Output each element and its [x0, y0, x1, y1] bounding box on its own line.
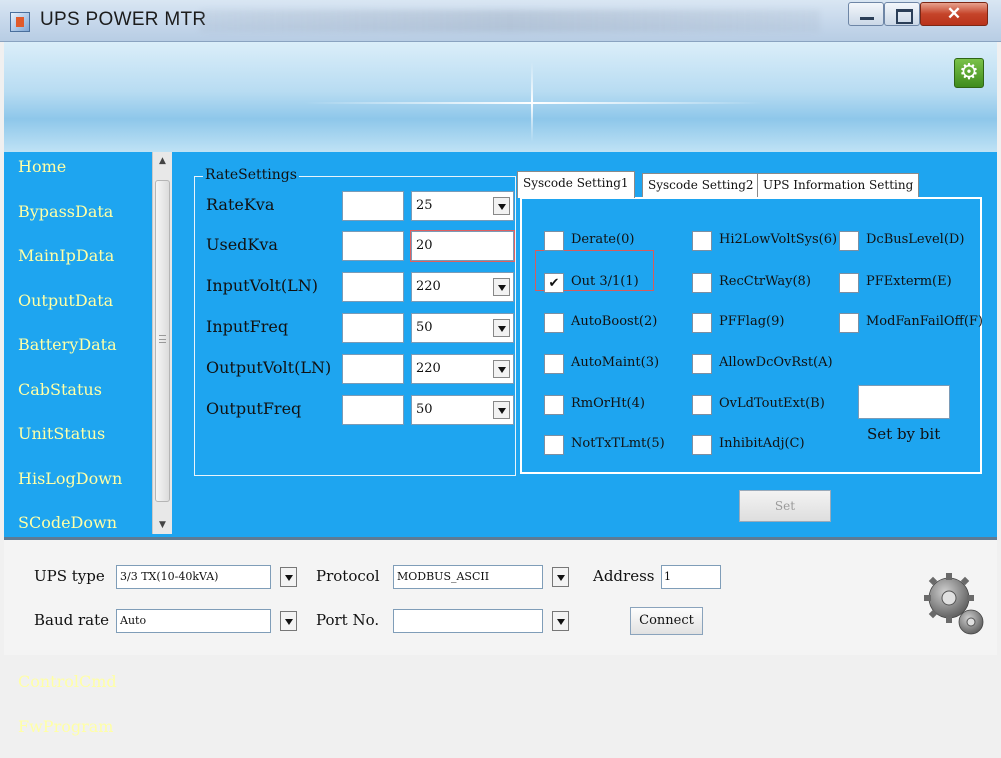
close-icon: ✕: [946, 4, 962, 23]
port-label: Port No.: [316, 611, 380, 629]
title-bar: UPS POWER MTR ✕: [0, 0, 1001, 42]
banner-glow: [304, 102, 764, 104]
address-input[interactable]: 1: [661, 565, 721, 589]
chevron-down-icon[interactable]: [552, 611, 569, 631]
checkbox-label: OvLdToutExt(B): [719, 396, 825, 411]
connect-button[interactable]: Connect: [630, 607, 703, 635]
close-button[interactable]: ✕: [920, 2, 988, 26]
tab-syscode-setting2[interactable]: Syscode Setting2: [642, 173, 760, 197]
checkbox-box[interactable]: ✔: [544, 273, 564, 293]
checkbox-label: DcBusLevel(D): [866, 232, 965, 247]
checkbox-box[interactable]: [692, 313, 712, 333]
protocol-label: Protocol: [316, 567, 380, 585]
checkbox-label: AllowDcOvRst(A): [719, 355, 833, 370]
checkbox-label: PFExterm(E): [866, 274, 952, 289]
checkbox-label: InhibitAdj(C): [719, 436, 805, 451]
tab-ups-information-setting[interactable]: UPS Information Setting: [757, 173, 920, 197]
checkbox-label: AutoBoost(2): [571, 314, 658, 329]
sidebar-item-fwprogram[interactable]: FwProgram: [18, 714, 148, 740]
chevron-down-icon[interactable]: [552, 567, 569, 587]
checkbox-label: ModFanFailOff(F): [866, 314, 983, 329]
blurred-taskbar-strip: [200, 10, 820, 32]
checkbox-label: Derate(0): [571, 232, 635, 247]
gears-icon: [924, 573, 984, 635]
minimize-button[interactable]: [848, 2, 884, 26]
app-icon: [10, 12, 30, 32]
checkbox-box[interactable]: [544, 435, 564, 455]
baud-rate-select[interactable]: Auto: [116, 609, 297, 633]
port-select[interactable]: [393, 609, 569, 633]
protocol-value: MODBUS_ASCII: [397, 570, 490, 583]
checkbox-box[interactable]: [839, 231, 859, 251]
syscode-tabs-layer: Set by bit Derate(0) ✔ Out 3/1(1) AutoBoost…: [4, 152, 997, 537]
settings-gear-icon[interactable]: ⚙: [954, 58, 984, 88]
set-by-bit-input[interactable]: [858, 385, 950, 419]
connection-panel: UPS type 3/3 TX(10-40kVA) Protocol MODBU…: [4, 537, 997, 655]
address-label: Address: [593, 567, 655, 585]
tab-syscode-setting1[interactable]: Syscode Setting1: [517, 171, 635, 198]
set-button[interactable]: Set: [739, 490, 831, 522]
sidebar-item-controlcmd[interactable]: ControlCmd: [18, 669, 148, 695]
protocol-select[interactable]: MODBUS_ASCII: [393, 565, 569, 589]
set-by-bit-label: Set by bit: [867, 425, 941, 443]
syscode-setting1-panel: Set by bit Derate(0) ✔ Out 3/1(1) AutoBoost…: [520, 197, 983, 474]
checkbox-label: Hi2LowVoltSys(6): [719, 232, 838, 247]
checkbox-box[interactable]: [692, 354, 712, 374]
maximize-button[interactable]: [884, 2, 920, 26]
checkbox-box[interactable]: [544, 395, 564, 415]
checkbox-label: PFFlag(9): [719, 314, 785, 329]
banner-glow-vertical: [531, 62, 533, 142]
ups-type-label: UPS type: [34, 567, 105, 585]
chevron-down-icon[interactable]: [280, 611, 297, 631]
checkbox-label: AutoMaint(3): [571, 355, 660, 370]
checkbox-box[interactable]: [544, 354, 564, 374]
header-banner: ⚙: [4, 42, 997, 152]
ups-type-value: 3/3 TX(10-40kVA): [120, 570, 219, 583]
checkbox-box[interactable]: [692, 395, 712, 415]
window-title: UPS POWER MTR: [40, 9, 207, 30]
checkbox-box[interactable]: [839, 313, 859, 333]
checkbox-box[interactable]: [692, 273, 712, 293]
checkbox-box[interactable]: [692, 435, 712, 455]
checkbox-label: NotTxTLmt(5): [571, 436, 665, 451]
checkbox-label: RmOrHt(4): [571, 396, 645, 411]
chevron-down-icon[interactable]: [280, 567, 297, 587]
ups-type-select[interactable]: 3/3 TX(10-40kVA): [116, 565, 297, 589]
checkbox-box[interactable]: [544, 231, 564, 251]
checkbox-box[interactable]: [839, 273, 859, 293]
checkbox-box[interactable]: [544, 313, 564, 333]
baud-rate-value: Auto: [120, 614, 147, 627]
checkbox-box[interactable]: [692, 231, 712, 251]
checkbox-label: Out 3/1(1): [571, 274, 639, 289]
checkbox-label: RecCtrWay(8): [719, 274, 811, 289]
baud-rate-label: Baud rate: [34, 611, 110, 629]
